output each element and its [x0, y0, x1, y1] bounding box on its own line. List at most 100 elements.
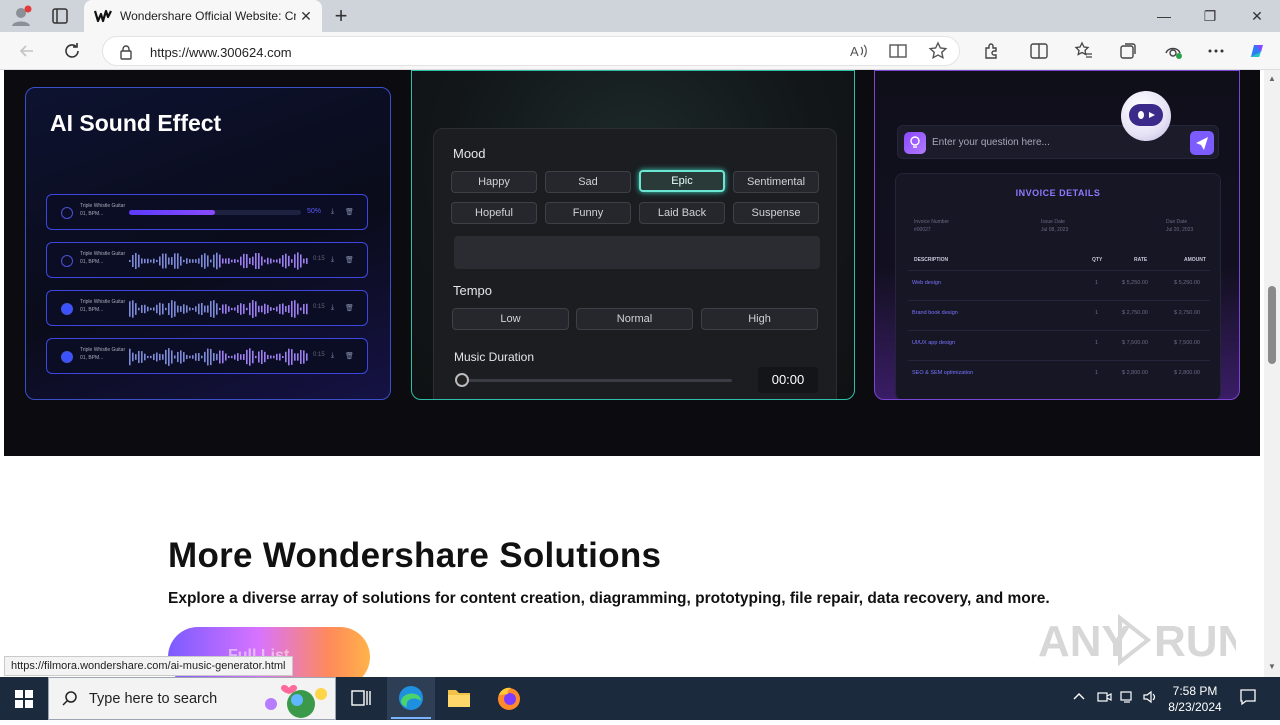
file-explorer-icon[interactable]	[435, 677, 483, 720]
table-row: Brand book design 1 $ 2,750.00 $ 2,750.0…	[908, 300, 1210, 325]
tab-close-icon[interactable]: ✕	[298, 8, 314, 24]
track-time: 0:15	[313, 352, 325, 358]
column-header: AMOUNT	[1184, 257, 1206, 263]
refresh-icon[interactable]	[61, 40, 83, 62]
delete-icon[interactable]: 🗑	[345, 256, 354, 264]
system-clock[interactable]: 7:58 PM 8/23/2024	[1160, 683, 1230, 715]
ai-music-generator-card[interactable]: Mood Happy Sad Epic Sentimental Hopeful …	[411, 70, 855, 400]
taskbar-search-box[interactable]: Type here to search	[48, 677, 336, 720]
mood-chip[interactable]: Happy	[451, 171, 537, 193]
lock-icon[interactable]	[119, 44, 133, 60]
back-arrow-icon[interactable]	[16, 40, 38, 62]
invoice-title: INVOICE DETAILS	[1015, 188, 1101, 198]
delete-icon[interactable]: 🗑	[345, 352, 354, 360]
browser-essentials-icon[interactable]	[1162, 40, 1184, 62]
browser-toolbar: https://www.300624.com A	[0, 32, 1280, 70]
wondershare-favicon-icon	[93, 9, 112, 23]
sound-track-row[interactable]: Triple Whistle Guitar 01, BPM... 50% ⤓ 🗑	[46, 194, 368, 230]
delete-icon[interactable]: 🗑	[345, 208, 354, 216]
solutions-heading: More Wondershare Solutions	[168, 536, 662, 575]
maximize-button[interactable]: ❐	[1198, 6, 1222, 26]
table-row: UI/UX app design 1 $ 7,500.00 $ 7,500.00	[908, 330, 1210, 355]
new-tab-button[interactable]: +	[330, 5, 352, 28]
read-aloud-icon[interactable]: A	[847, 40, 869, 62]
meet-now-icon[interactable]	[1096, 689, 1112, 708]
waveform	[129, 252, 308, 270]
extensions-icon[interactable]	[980, 40, 1002, 62]
invoice-details-panel: INVOICE DETAILS Invoice Number #00027 Iss…	[895, 173, 1221, 399]
tempo-chip[interactable]: Low	[452, 308, 569, 330]
mood-chip-selected[interactable]: Epic	[639, 170, 725, 192]
task-view-icon[interactable]	[337, 677, 385, 720]
tab-actions-icon[interactable]	[48, 6, 72, 26]
immersive-reader-icon[interactable]	[887, 40, 909, 62]
question-input[interactable]: Enter your question here...	[897, 125, 1219, 159]
mood-chip[interactable]: Sad	[545, 171, 631, 193]
browser-tab-active[interactable]: Wondershare Official Website: Cr ✕	[84, 0, 322, 32]
split-screen-icon[interactable]	[1028, 40, 1050, 62]
mood-chip[interactable]: Funny	[545, 202, 631, 224]
volume-icon[interactable]	[1142, 689, 1158, 708]
copilot-icon[interactable]	[1246, 40, 1268, 62]
page-scrollbar[interactable]: ▲ ▼	[1264, 70, 1280, 677]
play-icon[interactable]	[61, 255, 73, 267]
duration-slider-thumb[interactable]	[455, 373, 469, 387]
send-icon[interactable]	[1190, 131, 1214, 155]
play-icon[interactable]	[61, 207, 73, 219]
collections-icon[interactable]	[1117, 40, 1139, 62]
mood-chip[interactable]: Suspense	[733, 202, 819, 224]
ai-sound-effect-card[interactable]: AI Sound Effect Triple Whistle Guitar 01…	[25, 87, 391, 400]
window-close-button[interactable]: ✕	[1245, 6, 1269, 26]
anyrun-watermark-logo: ANY RUN	[1036, 608, 1249, 672]
download-icon[interactable]: ⤓	[331, 256, 334, 264]
svg-text:ANY: ANY	[1038, 617, 1131, 666]
music-duration-label: Music Duration	[454, 350, 535, 364]
scroll-up-arrow-icon[interactable]: ▲	[1268, 74, 1276, 83]
download-icon[interactable]: ⤓	[331, 352, 334, 360]
profile-avatar-icon[interactable]	[8, 4, 34, 28]
sound-effect-title: AI Sound Effect	[50, 110, 222, 136]
tempo-chip[interactable]: Normal	[576, 308, 693, 330]
pause-icon[interactable]	[61, 351, 73, 363]
invoice-meta: Due Date Jul 20, 2023	[1166, 219, 1194, 233]
download-icon[interactable]: ⤓	[331, 304, 334, 312]
tempo-chip[interactable]: High	[701, 308, 818, 330]
track-name: Triple Whistle Guitar 01, BPM...	[80, 251, 126, 265]
scroll-down-arrow-icon[interactable]: ▼	[1268, 662, 1276, 671]
duration-value: 00:00	[758, 367, 818, 393]
waveform	[129, 348, 308, 366]
pause-icon[interactable]	[61, 303, 73, 315]
url-text[interactable]: https://www.300624.com	[150, 45, 292, 60]
music-settings-panel: Mood Happy Sad Epic Sentimental Hopeful …	[433, 128, 837, 399]
mood-chip[interactable]: Hopeful	[451, 202, 537, 224]
minimize-button[interactable]: —	[1152, 6, 1176, 26]
network-icon[interactable]	[1119, 689, 1135, 708]
favorite-star-icon[interactable]	[927, 40, 949, 62]
duration-slider-track[interactable]	[462, 379, 732, 382]
address-bar[interactable]: https://www.300624.com A	[102, 36, 960, 66]
mood-chip[interactable]: Sentimental	[733, 171, 819, 193]
solutions-subtitle: Explore a diverse array of solutions for…	[168, 590, 1050, 607]
notifications-icon[interactable]	[1238, 687, 1258, 710]
sound-track-row[interactable]: Triple Whistle Guitar 01, BPM... 0:15 ⤓ …	[46, 290, 368, 326]
sound-track-row[interactable]: Triple Whistle Guitar 01, BPM... 0:15 ⤓ …	[46, 242, 368, 278]
link-status-tooltip: https://filmora.wondershare.com/ai-music…	[4, 656, 293, 676]
scrollbar-thumb[interactable]	[1268, 286, 1276, 364]
firefox-icon[interactable]	[485, 677, 533, 720]
ai-assistant-card[interactable]: Enter your question here... INVOICE DETA…	[874, 70, 1240, 400]
windows-start-icon[interactable]	[0, 677, 48, 720]
svg-text:RUN: RUN	[1154, 617, 1236, 666]
delete-icon[interactable]: 🗑	[345, 304, 354, 312]
favorites-icon[interactable]	[1073, 40, 1095, 62]
more-options-icon[interactable]	[1205, 40, 1227, 62]
mood-chip[interactable]: Laid Back	[639, 202, 725, 224]
web-page: AI Sound Effect Triple Whistle Guitar 01…	[0, 70, 1264, 677]
tray-overflow-icon[interactable]	[1072, 689, 1086, 706]
track-name: Triple Whistle Guitar 01, BPM...	[80, 299, 126, 313]
tab-strip: Wondershare Official Website: Cr ✕ + — ❐…	[0, 0, 1280, 32]
sound-track-row[interactable]: Triple Whistle Guitar 01, BPM... 0:15 ⤓ …	[46, 338, 368, 374]
column-header: DESCRIPTION	[914, 257, 949, 263]
download-icon[interactable]: ⤓	[331, 208, 334, 216]
mood-text-field[interactable]	[454, 236, 820, 269]
edge-taskbar-icon[interactable]	[387, 677, 435, 720]
